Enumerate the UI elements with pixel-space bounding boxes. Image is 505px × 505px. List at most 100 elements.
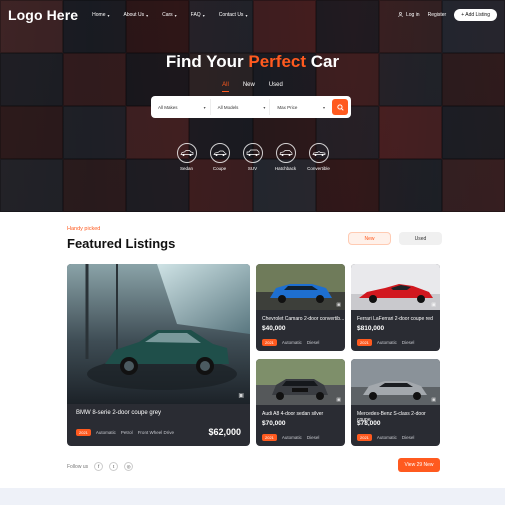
body-type-convertible[interactable]: Convertible xyxy=(307,143,331,171)
listing-price: $62,000 xyxy=(208,427,241,437)
instagram-icon[interactable]: ◎ xyxy=(124,462,134,471)
menu-item-contact[interactable]: Contact Us ▾ xyxy=(219,12,248,18)
drive-type: Front Wheel Drive xyxy=(137,430,174,435)
body-type-hatchback[interactable]: Hatchback xyxy=(274,143,298,171)
listing-meta: 2021 Automatic Diesel xyxy=(262,434,319,441)
chevron-down-icon: ▾ xyxy=(146,12,149,18)
search-icon xyxy=(336,98,344,116)
listing-name: BMW 8-serie 2-door coupe grey xyxy=(76,410,162,416)
transmission: Automatic xyxy=(281,340,302,345)
twitter-icon[interactable]: t xyxy=(109,462,119,471)
year-badge: 2021 xyxy=(76,429,91,436)
menu-item-home[interactable]: Home ▾ xyxy=(92,12,109,18)
listing-meta: 2021 Automatic Petrol Front Wheel Drive xyxy=(76,429,174,436)
user-icon xyxy=(398,11,403,19)
facebook-icon[interactable]: f xyxy=(94,462,104,471)
listing-name: Audi A8 4-door sedan silver xyxy=(262,411,324,417)
listing-card[interactable]: ▣ Chevrolet Camaro 2-door convertib... $… xyxy=(256,264,345,351)
tab-new[interactable]: New xyxy=(243,82,255,92)
year-badge: 2021 xyxy=(262,339,277,346)
gallery-icon[interactable]: ▣ xyxy=(431,397,436,403)
makes-select[interactable]: All Makes ▾ xyxy=(154,99,211,115)
social-follow: Follow us f t ◎ xyxy=(67,462,134,471)
suv-icon xyxy=(242,143,263,163)
year-badge: 2021 xyxy=(357,434,372,441)
ferrari-car-image xyxy=(351,264,440,310)
gallery-icon[interactable]: ▣ xyxy=(336,397,341,403)
audi-car-image xyxy=(256,359,345,405)
search-button[interactable] xyxy=(332,98,349,116)
listing-price: $78,000 xyxy=(357,420,381,427)
menu-item-faq[interactable]: FAQ ▾ xyxy=(191,12,205,18)
logo[interactable]: Logo Here xyxy=(8,7,78,23)
chevron-down-icon: ▾ xyxy=(202,12,205,18)
body-type-list: Sedan Coupe SUV Hatchback Convertible xyxy=(0,143,505,171)
fuel-type: Diesel xyxy=(401,435,415,440)
bmw-car-image xyxy=(67,264,250,404)
register-link[interactable]: Register xyxy=(428,12,447,18)
page: Logo Here Home ▾ About Us ▾ Cars ▾ FAQ ▾ Con… xyxy=(0,0,505,505)
models-select-value: All Models xyxy=(217,104,239,110)
nav-actions: Log in Register + Add Listing xyxy=(398,9,497,21)
car-photo xyxy=(67,264,250,404)
chevron-down-icon: ▾ xyxy=(245,12,248,18)
section-eyebrow: Handy picked xyxy=(67,226,101,232)
listing-meta: 2021 Automatic Diesel xyxy=(357,434,414,441)
chevron-down-icon: ▾ xyxy=(107,12,110,18)
hero-title-start: Find Your xyxy=(165,52,249,71)
listing-card[interactable]: ▣ Audi A8 4-door sedan silver $70,000 20… xyxy=(256,359,345,446)
section-title: Featured Listings xyxy=(67,236,176,251)
convertible-icon xyxy=(308,143,329,163)
coupe-icon xyxy=(209,143,230,163)
tab-used[interactable]: Used xyxy=(269,82,283,92)
featured-tabs: New Used xyxy=(348,232,442,245)
body-type-label: SUV xyxy=(247,166,258,171)
hero-title: Find Your Perfect Car xyxy=(0,52,505,72)
car-photo xyxy=(351,264,440,310)
listing-meta: 2021 Automatic Diesel xyxy=(357,339,414,346)
tab-featured-new[interactable]: New xyxy=(348,232,391,245)
hatchback-icon xyxy=(275,143,296,163)
body-type-label: Hatchback xyxy=(274,166,297,171)
year-badge: 2021 xyxy=(357,339,372,346)
price-select-value: Max Price xyxy=(277,104,298,110)
follow-label: Follow us xyxy=(67,463,89,470)
view-all-button[interactable]: View 29 New xyxy=(398,458,440,472)
login-link[interactable]: Log in xyxy=(398,11,420,19)
fuel-type: Diesel xyxy=(306,435,320,440)
listing-price: $810,000 xyxy=(357,325,385,332)
car-photo xyxy=(256,359,345,405)
menu-item-label: About Us xyxy=(123,12,145,18)
add-listing-button[interactable]: + Add Listing xyxy=(454,9,497,21)
listing-card-large[interactable]: ▣ BMW 8-serie 2-door coupe grey 2021 Aut… xyxy=(67,264,250,446)
top-nav: Logo Here Home ▾ About Us ▾ Cars ▾ FAQ ▾ Con… xyxy=(0,0,505,30)
listing-name: Ferrari LaFerrari 2-door coupe red xyxy=(357,316,433,322)
body-type-suv[interactable]: SUV xyxy=(241,143,265,171)
menu-item-cars[interactable]: Cars ▾ xyxy=(162,12,177,18)
car-photo xyxy=(256,264,345,310)
body-type-label: Convertible xyxy=(307,166,330,171)
body-type-coupe[interactable]: Coupe xyxy=(208,143,232,171)
listing-card[interactable]: ▣ Ferrari LaFerrari 2-door coupe red $81… xyxy=(351,264,440,351)
chevron-down-icon: ▾ xyxy=(323,104,326,110)
gallery-icon[interactable]: ▣ xyxy=(238,392,244,399)
gallery-icon[interactable]: ▣ xyxy=(336,302,341,308)
login-label: Log in xyxy=(405,12,420,18)
car-photo xyxy=(351,359,440,405)
transmission: Automatic xyxy=(376,435,397,440)
menu-item-label: FAQ xyxy=(190,12,201,18)
sedan-icon xyxy=(176,143,197,163)
price-select[interactable]: Max Price ▾ xyxy=(273,99,329,115)
transmission: Automatic xyxy=(376,340,397,345)
tab-all[interactable]: All xyxy=(222,82,229,92)
menu-item-about[interactable]: About Us ▾ xyxy=(124,12,149,18)
chevron-down-icon: ▾ xyxy=(174,12,177,18)
gallery-icon[interactable]: ▣ xyxy=(431,302,436,308)
listing-card[interactable]: ▣ Mercedes-Benz S-class 2-door coupe $78… xyxy=(351,359,440,446)
body-type-label: Coupe xyxy=(212,166,227,171)
body-type-sedan[interactable]: Sedan xyxy=(175,143,199,171)
tab-featured-used[interactable]: Used xyxy=(399,232,442,245)
chevron-down-icon: ▾ xyxy=(203,104,206,110)
makes-select-value: All Makes xyxy=(158,104,178,110)
models-select[interactable]: All Models ▾ xyxy=(214,99,271,115)
